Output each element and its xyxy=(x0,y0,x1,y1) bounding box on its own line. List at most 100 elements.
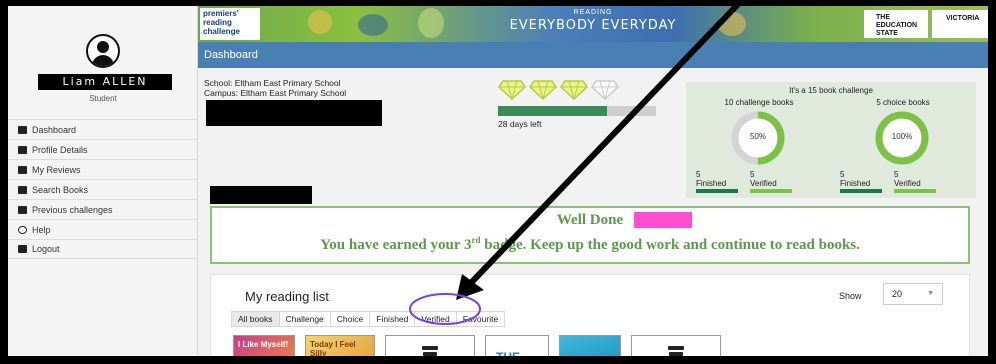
badge-message-sup: rd xyxy=(471,235,481,245)
sidebar-item-my-reviews[interactable]: My Reviews xyxy=(8,159,198,179)
finished-stat: 5 Finished xyxy=(840,170,870,188)
sidebar-item-label: Previous challenges xyxy=(32,204,113,215)
choice-books-label: 5 choice books xyxy=(876,98,930,107)
edu-line: STATE xyxy=(876,30,898,37)
school-name: School: Eltham East Primary School xyxy=(204,78,341,88)
help-icon xyxy=(18,225,27,234)
redacted-block xyxy=(210,186,312,204)
reading-list-title: My reading list xyxy=(245,289,329,304)
reviews-icon xyxy=(18,165,27,174)
book-cover-placeholder[interactable] xyxy=(385,335,475,356)
user-role: Student xyxy=(89,94,117,103)
show-count-select[interactable]: 20 ▼ xyxy=(883,283,943,305)
verified-count: 5 xyxy=(750,170,755,179)
username: Liam ALLEN xyxy=(38,74,172,90)
sidebar: Liam ALLEN Student Dashboard Profile Det… xyxy=(8,6,198,356)
show-count-value: 20 xyxy=(892,289,903,299)
campus-name: Campus: Eltham East Primary School xyxy=(204,88,347,98)
sidebar-item-help[interactable]: Help xyxy=(8,219,198,239)
book-cover[interactable] xyxy=(559,335,621,356)
well-done-banner: Well Done You have earned your 3rd badge… xyxy=(210,206,970,264)
finished-label: Finished xyxy=(840,179,871,188)
book-stack-icon xyxy=(668,346,684,356)
challenge-time-progress xyxy=(498,106,656,116)
finished-count: 5 xyxy=(840,170,845,179)
education-state-logo: THE EDUCATION STATE xyxy=(864,10,928,38)
diamond-badge-icon xyxy=(560,80,588,100)
tab-favourite[interactable]: Favourite xyxy=(456,311,506,327)
book-cover-title: Today I Feel Silly xyxy=(310,340,356,358)
logout-icon xyxy=(18,245,27,253)
choice-percent: 100% xyxy=(891,132,913,141)
challenge-percent: 50% xyxy=(749,132,766,141)
book-cover-title: THE xyxy=(496,350,520,358)
tab-all-books[interactable]: All books xyxy=(231,311,280,327)
sidebar-item-label: Logout xyxy=(32,244,60,254)
sidebar-item-label: Dashboard xyxy=(32,124,77,135)
search-books-icon xyxy=(18,185,27,194)
book-stack-icon xyxy=(422,346,438,356)
show-label: Show xyxy=(839,291,862,301)
diamond-badge-icon xyxy=(529,80,557,100)
badge-message-start: You have earned your 3 xyxy=(320,237,472,253)
grid-icon xyxy=(18,125,27,134)
finished-stat: 5 Finished xyxy=(696,170,726,188)
verified-bar xyxy=(750,189,792,193)
challenge-books-label: 10 challenge books xyxy=(724,98,794,107)
sidebar-item-previous-challenges[interactable]: Previous challenges xyxy=(8,199,198,219)
app-window: Liam ALLEN Student Dashboard Profile Det… xyxy=(6,4,990,358)
reading-list: My reading list Show 20 ▼ All books Chall… xyxy=(210,274,970,358)
sidebar-menu: Dashboard Profile Details My Reviews Sea… xyxy=(8,119,198,259)
sidebar-item-dashboard[interactable]: Dashboard xyxy=(8,119,198,139)
choice-books-column: 5 choice books 100% 5 Finished 5 Verified xyxy=(832,98,974,198)
book-cover[interactable]: I Like Myself! xyxy=(233,335,295,356)
tab-challenge[interactable]: Challenge xyxy=(279,311,331,327)
verified-stat: 5 Verified xyxy=(750,170,777,188)
finished-label: Finished xyxy=(696,179,727,188)
verified-bar xyxy=(894,189,936,193)
verified-count: 5 xyxy=(894,170,899,179)
sidebar-item-label: Help xyxy=(32,224,51,235)
verified-label: Verified xyxy=(894,179,921,188)
edu-line: THE xyxy=(876,14,890,21)
sidebar-item-search-books[interactable]: Search Books xyxy=(8,179,198,199)
diamond-badge-icon xyxy=(498,80,526,100)
badge-message: You have earned your 3rd badge. Keep up … xyxy=(212,235,968,254)
book-cover[interactable]: THE xyxy=(485,335,549,358)
page-title: Dashboard xyxy=(198,42,988,68)
tab-verified[interactable]: Verified xyxy=(415,311,457,327)
edu-line: EDUCATION xyxy=(876,22,918,29)
badge-message-end: badge. Keep up the good work and continu… xyxy=(480,237,860,253)
trophy-icon xyxy=(18,205,27,214)
book-cover[interactable]: Today I Feel Silly xyxy=(305,335,375,358)
school-info: School: Eltham East Primary School Campu… xyxy=(204,78,346,98)
progress-fill xyxy=(498,106,608,116)
challenge-books-column: 10 challenge books 50% 5 Finished 5 Verifi… xyxy=(688,98,830,198)
avatar-icon xyxy=(86,34,120,68)
sidebar-item-label: Profile Details xyxy=(32,144,88,155)
tab-finished[interactable]: Finished xyxy=(370,311,416,327)
verified-label: Verified xyxy=(750,179,777,188)
challenge-title: It's a 15 book challenge xyxy=(789,86,873,95)
finished-count: 5 xyxy=(696,170,701,179)
sidebar-item-profile-details[interactable]: Profile Details xyxy=(8,139,198,159)
reading-list-tabs: All books Challenge Choice Finished Veri… xyxy=(231,311,506,327)
redacted-block xyxy=(206,100,382,126)
book-challenge-panel: It's a 15 book challenge 10 challenge bo… xyxy=(686,82,976,198)
book-cover-placeholder[interactable] xyxy=(631,335,721,356)
victoria-logo: VICTORIA xyxy=(932,10,988,38)
finished-bar xyxy=(840,189,882,193)
diamond-badge-empty-icon xyxy=(591,80,619,100)
book-covers: I Like Myself! Today I Feel Silly THE xyxy=(233,335,721,358)
finished-bar xyxy=(696,189,738,193)
sidebar-item-label: My Reviews xyxy=(32,164,81,175)
profile-icon xyxy=(18,145,27,154)
badge-diamonds xyxy=(498,80,619,100)
verified-stat: 5 Verified xyxy=(894,170,921,188)
banner: premiers' reading challenge READING EVER… xyxy=(198,6,988,42)
well-done-title: Well Done xyxy=(556,212,624,228)
tab-choice[interactable]: Choice xyxy=(330,311,371,327)
sidebar-item-label: Search Books xyxy=(32,184,89,195)
book-cover-title: I Like Myself! xyxy=(238,340,289,349)
sidebar-item-logout[interactable]: Logout xyxy=(8,239,198,259)
